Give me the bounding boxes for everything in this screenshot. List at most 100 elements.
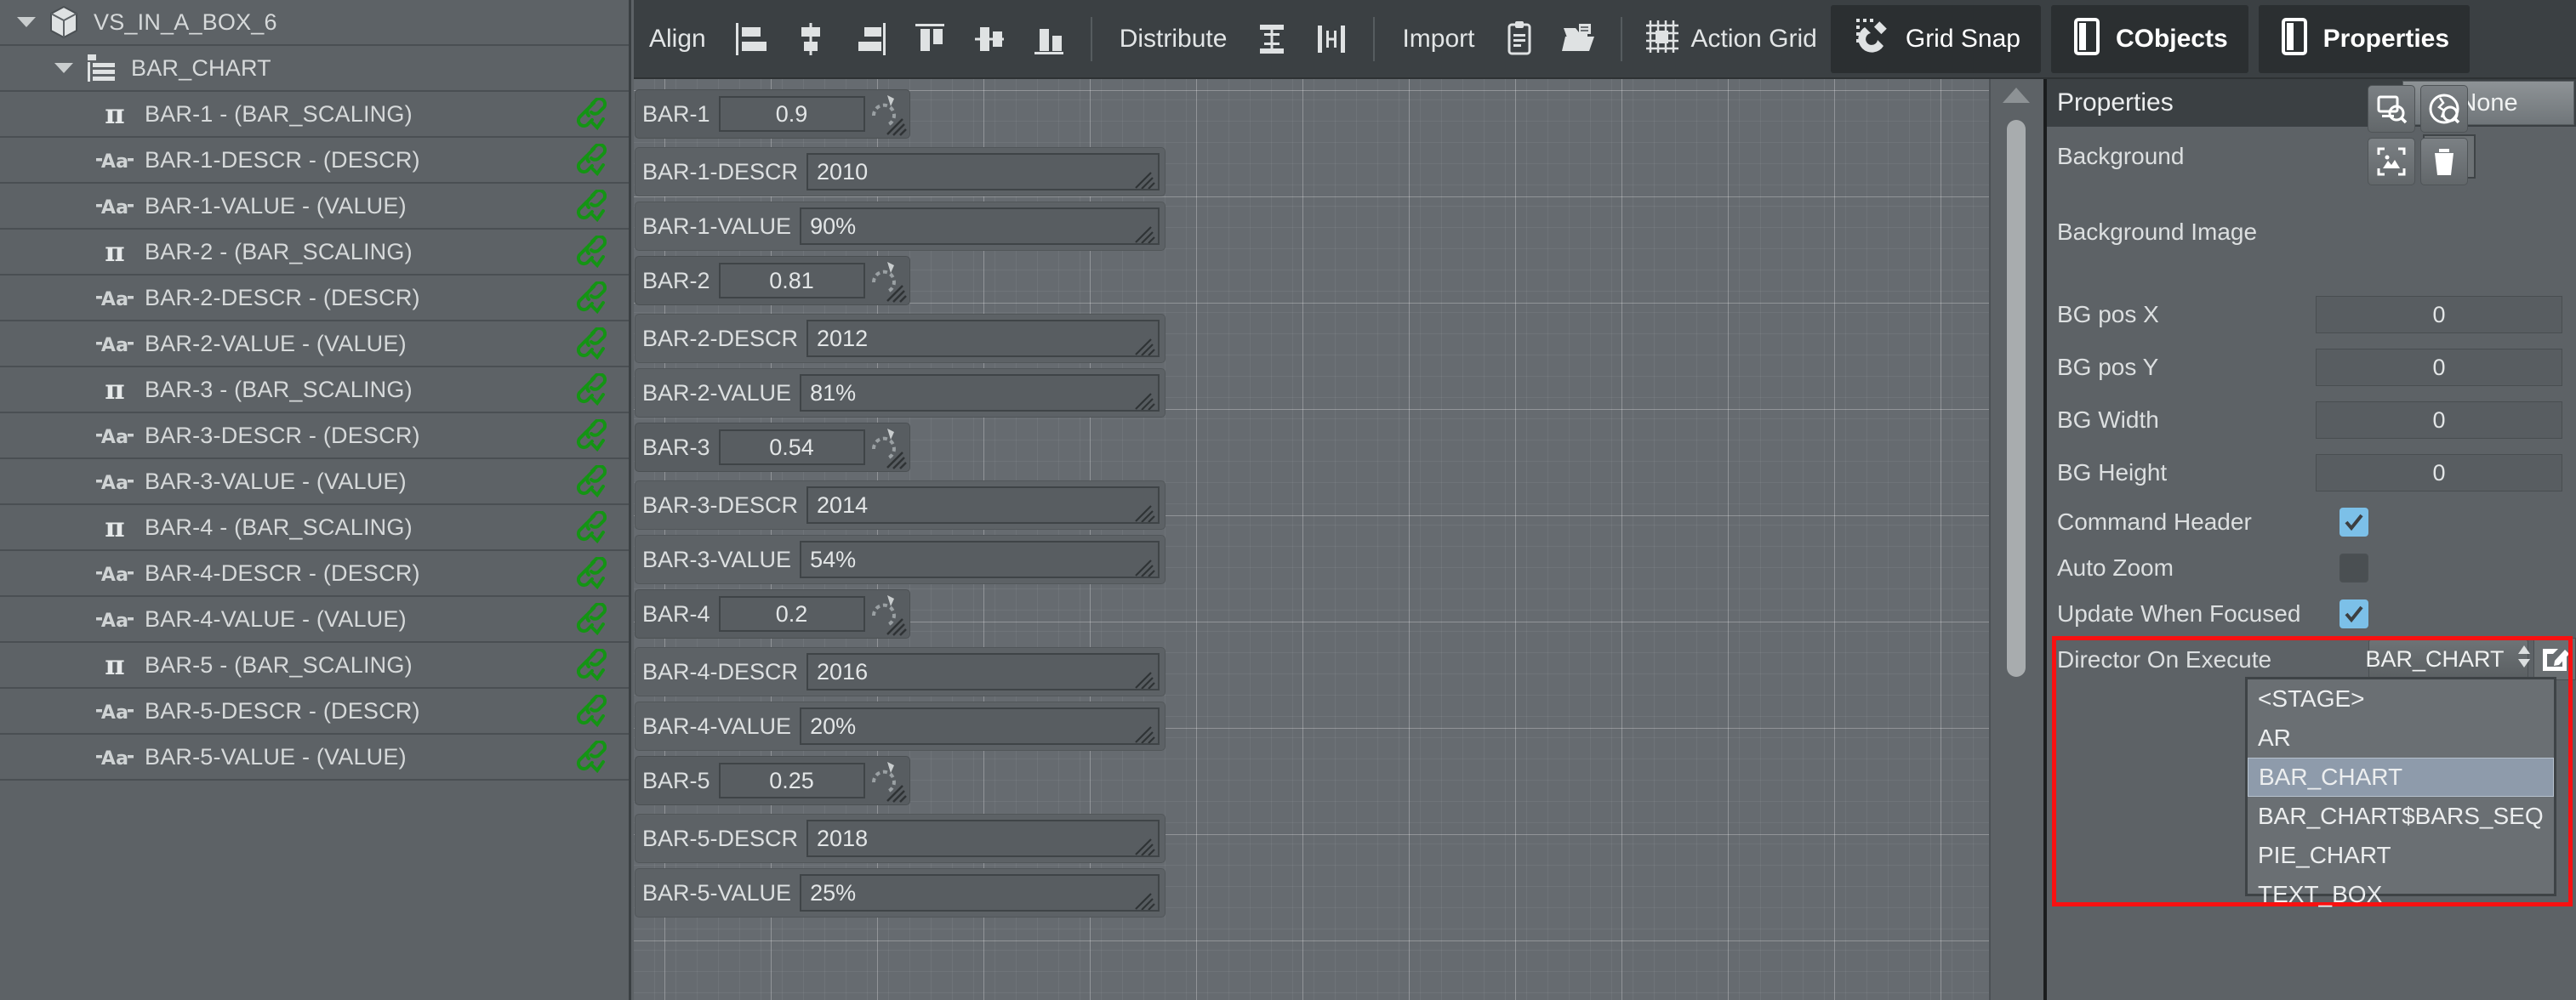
tree-item[interactable]: VS_IN_A_BOX_6 (0, 0, 629, 46)
tree-item[interactable]: AaBAR-3-VALUE - (VALUE) (0, 459, 629, 505)
design-canvas[interactable]: BAR-10.9 BAR-1-DESCR2010 BAR-1-VALUE90% BAR… (634, 79, 1989, 1000)
link-checked-icon[interactable] (574, 603, 607, 635)
link-checked-icon[interactable] (574, 236, 607, 268)
scroll-up-arrow-icon[interactable] (2003, 88, 2030, 103)
trash-icon[interactable] (2420, 138, 2468, 185)
tree-item[interactable]: AaBAR-4-DESCR - (DESCR) (0, 551, 629, 597)
tree-item[interactable]: AaBAR-1-DESCR - (DESCR) (0, 138, 629, 184)
bg-pos-y-input[interactable]: 0 (2316, 349, 2562, 386)
text-field[interactable]: BAR-5-DESCR2018 (635, 815, 1165, 862)
text-field[interactable]: BAR-1-DESCR2010 (635, 148, 1165, 196)
link-checked-icon[interactable] (574, 373, 607, 406)
field-input[interactable]: 0.25 (719, 763, 865, 798)
tree-item[interactable]: πBAR-2 - (BAR_SCALING) (0, 230, 629, 276)
dropdown-option[interactable]: TEXT_BOX (2248, 875, 2554, 914)
tree-item[interactable]: AaBAR-2-DESCR - (DESCR) (0, 276, 629, 321)
field-input[interactable]: 90% (800, 207, 1160, 245)
cobjects-button[interactable]: CObjects (2051, 5, 2248, 73)
resize-grip-icon[interactable] (1134, 669, 1156, 688)
align-bottom-icon[interactable] (1023, 13, 1075, 65)
resize-grip-icon[interactable] (1134, 169, 1156, 188)
field-input[interactable]: 2018 (806, 820, 1160, 857)
field-input[interactable]: 0.2 (719, 596, 865, 632)
bar-scaling-field[interactable]: BAR-10.9 (635, 90, 909, 138)
bar-scaling-field[interactable]: BAR-50.25 (635, 757, 909, 804)
distribute-vertical-icon[interactable] (1245, 13, 1298, 65)
command-header-checkbox[interactable] (2339, 508, 2368, 537)
resize-grip-icon[interactable] (1134, 724, 1156, 742)
dropdown-option[interactable]: BAR_CHART (2248, 758, 2554, 797)
field-input[interactable]: 2010 (806, 153, 1160, 190)
tree-item[interactable]: AaBAR-1-VALUE - (VALUE) (0, 184, 629, 230)
bar-scaling-field[interactable]: BAR-20.81 (635, 257, 909, 304)
field-input[interactable]: 20% (800, 707, 1160, 745)
bg-height-input[interactable]: 0 (2316, 454, 2562, 491)
refresh-resize-handle-icon[interactable] (865, 257, 909, 304)
resize-grip-icon[interactable] (1134, 890, 1156, 909)
chevron-down-icon[interactable] (14, 9, 39, 35)
text-field[interactable]: BAR-3-DESCR2014 (635, 481, 1165, 529)
link-checked-icon[interactable] (574, 98, 607, 130)
edit-pencil-icon[interactable] (2533, 638, 2576, 680)
link-checked-icon[interactable] (574, 419, 607, 452)
link-checked-icon[interactable] (574, 465, 607, 497)
dropdown-option[interactable]: PIE_CHART (2248, 836, 2554, 875)
dropdown-option[interactable]: BAR_CHART$BARS_SEQ (2248, 797, 2554, 836)
text-field[interactable]: BAR-4-DESCR2016 (635, 648, 1165, 696)
link-checked-icon[interactable] (574, 511, 607, 543)
bg-pos-x-input[interactable]: 0 (2316, 296, 2562, 333)
resize-grip-icon[interactable] (1134, 836, 1156, 855)
tree-item[interactable]: AaBAR-3-DESCR - (DESCR) (0, 413, 629, 459)
bar-scaling-field[interactable]: BAR-40.2 (635, 590, 909, 638)
text-field[interactable]: BAR-1-VALUE90% (635, 202, 1165, 250)
text-field[interactable]: BAR-5-VALUE25% (635, 869, 1165, 917)
auto-zoom-checkbox[interactable] (2339, 554, 2368, 582)
refresh-resize-handle-icon[interactable] (865, 757, 909, 804)
text-field[interactable]: BAR-2-DESCR2012 (635, 315, 1165, 362)
resize-grip-icon[interactable] (1134, 390, 1156, 409)
refresh-resize-handle-icon[interactable] (865, 423, 909, 471)
bg-width-input[interactable]: 0 (2316, 401, 2562, 439)
image-frame-icon[interactable] (2368, 138, 2415, 185)
link-checked-icon[interactable] (574, 557, 607, 589)
dropdown-option[interactable]: <STAGE> (2248, 679, 2554, 719)
canvas-vertical-scrollbar[interactable] (1989, 79, 2042, 1000)
link-checked-icon[interactable] (574, 190, 607, 222)
tree-item[interactable]: BAR_CHART (0, 46, 629, 92)
align-middle-vertical-icon[interactable] (963, 13, 1016, 65)
field-input[interactable]: 0.81 (719, 263, 865, 298)
distribute-horizontal-icon[interactable] (1305, 13, 1358, 65)
link-checked-icon[interactable] (574, 649, 607, 681)
tree-item[interactable]: AaBAR-5-DESCR - (DESCR) (0, 689, 629, 735)
text-field[interactable]: BAR-3-VALUE54% (635, 536, 1165, 583)
tree-item[interactable]: πBAR-3 - (BAR_SCALING) (0, 367, 629, 413)
link-checked-icon[interactable] (574, 327, 607, 360)
field-input[interactable]: 2012 (806, 320, 1160, 357)
link-checked-icon[interactable] (574, 741, 607, 773)
director-on-execute-select[interactable]: BAR_CHART (2368, 639, 2528, 679)
scrollbar-thumb[interactable] (2007, 120, 2026, 677)
resize-grip-icon[interactable] (1134, 336, 1156, 355)
dropdown-option[interactable]: AR (2248, 719, 2554, 758)
bar-scaling-field[interactable]: BAR-30.54 (635, 423, 909, 471)
resize-grip-icon[interactable] (1134, 503, 1156, 521)
link-checked-icon[interactable] (574, 695, 607, 727)
globe-search-icon[interactable] (2420, 85, 2468, 133)
text-field[interactable]: BAR-2-VALUE81% (635, 369, 1165, 417)
tree-item[interactable]: AaBAR-2-VALUE - (VALUE) (0, 321, 629, 367)
tree-item[interactable]: πBAR-1 - (BAR_SCALING) (0, 92, 629, 138)
field-input[interactable]: 2016 (806, 653, 1160, 690)
field-input[interactable]: 2014 (806, 486, 1160, 524)
chevron-down-icon[interactable] (51, 55, 77, 81)
link-checked-icon[interactable] (574, 281, 607, 314)
field-input[interactable]: 25% (800, 874, 1160, 912)
align-right-icon[interactable] (844, 13, 897, 65)
tree-item[interactable]: AaBAR-5-VALUE - (VALUE) (0, 735, 629, 781)
field-input[interactable]: 0.9 (719, 96, 865, 132)
grid-snap-button[interactable]: Grid Snap (1831, 5, 2041, 73)
properties-button[interactable]: Properties (2259, 5, 2470, 73)
update-when-focused-checkbox[interactable] (2339, 599, 2368, 628)
tree-item[interactable]: AaBAR-4-VALUE - (VALUE) (0, 597, 629, 643)
field-input[interactable]: 0.54 (719, 429, 865, 465)
screen-search-icon[interactable] (2368, 85, 2415, 133)
